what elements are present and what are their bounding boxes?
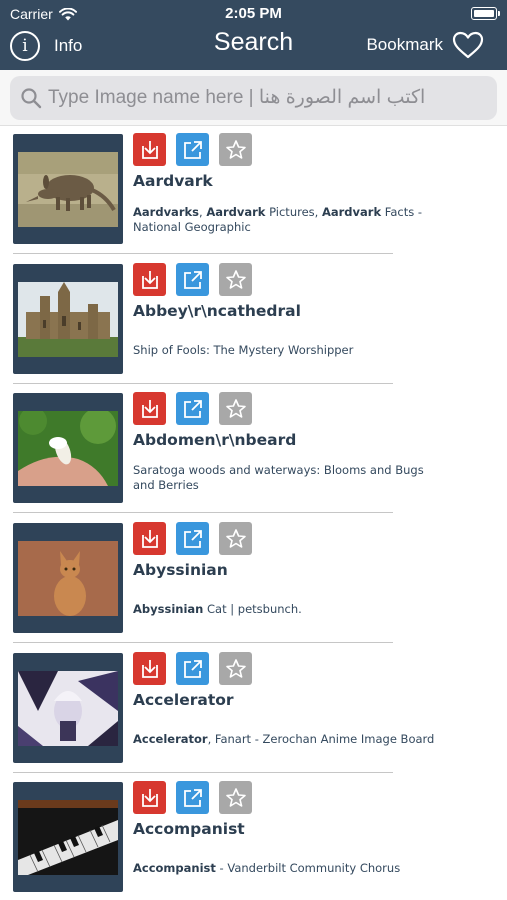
- list-item[interactable]: Abbey\r\ncathedral Ship of Fools: The My…: [0, 256, 507, 386]
- divider: [13, 253, 393, 254]
- star-icon: [225, 658, 246, 678]
- star-icon: [225, 139, 246, 159]
- item-name: Accompanist: [133, 820, 245, 838]
- item-thumbnail[interactable]: [13, 393, 123, 503]
- external-link-icon: [183, 788, 202, 807]
- description-text: Cat | petsbunch.: [203, 602, 302, 616]
- external-link-icon: [183, 140, 202, 159]
- external-link-icon: [183, 270, 202, 289]
- item-thumbnail[interactable]: [13, 782, 123, 892]
- download-button[interactable]: [133, 652, 166, 685]
- description-keyword: Aardvark: [206, 205, 266, 219]
- item-thumbnail[interactable]: [13, 653, 123, 763]
- divider: [13, 772, 393, 773]
- description-text: Saratoga woods and waterways: Blooms and…: [133, 463, 424, 492]
- aardvark-image: [18, 152, 118, 227]
- bookmark-button[interactable]: [219, 392, 252, 425]
- info-label: Info: [54, 36, 83, 55]
- download-icon: [141, 788, 158, 807]
- list-item[interactable]: Aardvark Aardvarks, Aardvark Pictures, A…: [0, 126, 507, 256]
- description-keyword: Accompanist: [133, 861, 216, 875]
- bookmark-button[interactable]: [219, 133, 252, 166]
- item-description: Abyssinian Cat | petsbunch.: [133, 602, 443, 617]
- cat-image: [18, 541, 118, 616]
- star-icon: [225, 528, 246, 548]
- download-button[interactable]: [133, 263, 166, 296]
- bookmark-button[interactable]: [219, 781, 252, 814]
- list-item[interactable]: Accompanist Accompanist - Vanderbilt Com…: [0, 774, 507, 900]
- description-keyword: Accelerator: [133, 732, 208, 746]
- piano-image: [18, 800, 118, 875]
- star-icon: [225, 787, 246, 807]
- item-description: Accompanist - Vanderbilt Community Choru…: [133, 861, 443, 876]
- status-bar: Carrier 2:05 PM: [0, 0, 507, 28]
- share-button[interactable]: [176, 263, 209, 296]
- bookmark-nav-button[interactable]: Bookmark: [366, 30, 485, 60]
- share-button[interactable]: [176, 392, 209, 425]
- status-time: 2:05 PM: [225, 5, 282, 22]
- download-button[interactable]: [133, 781, 166, 814]
- item-description: Aardvarks, Aardvark Pictures, Aardvark F…: [133, 205, 443, 235]
- description-keyword: Abyssinian: [133, 602, 204, 616]
- item-name: Aardvark: [133, 172, 213, 190]
- heart-icon: [452, 31, 484, 59]
- item-description: Ship of Fools: The Mystery Worshipper: [133, 343, 443, 358]
- item-name: Abyssinian: [133, 561, 228, 579]
- download-icon: [141, 270, 158, 289]
- share-button[interactable]: [176, 781, 209, 814]
- bookmark-button[interactable]: [219, 522, 252, 555]
- star-icon: [225, 398, 246, 418]
- description-text: Ship of Fools: The Mystery Worshipper: [133, 343, 354, 357]
- list-item[interactable]: Abdomen\r\nbeard Saratoga woods and wate…: [0, 385, 507, 515]
- search-box[interactable]: [10, 76, 497, 120]
- external-link-icon: [183, 529, 202, 548]
- list-item[interactable]: Accelerator Accelerator, Fanart - Zeroch…: [0, 645, 507, 775]
- share-button[interactable]: [176, 522, 209, 555]
- download-icon: [141, 399, 158, 418]
- download-button[interactable]: [133, 522, 166, 555]
- bookmark-button[interactable]: [219, 263, 252, 296]
- item-thumbnail[interactable]: [13, 134, 123, 244]
- download-button[interactable]: [133, 133, 166, 166]
- divider: [13, 642, 393, 643]
- results-list[interactable]: Aardvark Aardvarks, Aardvark Pictures, A…: [0, 126, 507, 900]
- search-input[interactable]: [48, 78, 497, 118]
- insect-image: [18, 411, 118, 486]
- download-icon: [141, 659, 158, 678]
- battery-icon: [471, 7, 500, 20]
- description-keyword: Aardvarks: [133, 205, 199, 219]
- bookmark-label: Bookmark: [366, 35, 443, 54]
- item-thumbnail[interactable]: [13, 264, 123, 374]
- bookmark-button[interactable]: [219, 652, 252, 685]
- info-button[interactable]: i Info: [10, 31, 82, 61]
- top-bar: Carrier 2:05 PM i Info Search Bookmark: [0, 0, 507, 70]
- description-text: Pictures,: [265, 205, 322, 219]
- anime-image: [18, 671, 118, 746]
- divider: [13, 512, 393, 513]
- description-text: - Vanderbilt Community Chorus: [215, 861, 401, 875]
- search-icon: [21, 88, 42, 109]
- external-link-icon: [183, 399, 202, 418]
- search-bar-container: [0, 70, 507, 126]
- item-name: Abbey\r\ncathedral: [133, 302, 301, 320]
- info-icon: i: [10, 31, 40, 61]
- item-name: Abdomen\r\nbeard: [133, 431, 297, 449]
- item-name: Accelerator: [133, 691, 234, 709]
- description-keyword: Aardvark: [321, 205, 382, 219]
- item-thumbnail[interactable]: [13, 523, 123, 633]
- share-button[interactable]: [176, 133, 209, 166]
- description-text: , Fanart - Zerochan Anime Image Board: [207, 732, 435, 746]
- star-icon: [225, 269, 246, 289]
- download-icon: [141, 529, 158, 548]
- external-link-icon: [183, 659, 202, 678]
- share-button[interactable]: [176, 652, 209, 685]
- cathedral-image: [18, 282, 118, 357]
- download-button[interactable]: [133, 392, 166, 425]
- item-description: Saratoga woods and waterways: Blooms and…: [133, 463, 443, 493]
- download-icon: [141, 140, 158, 159]
- item-description: Accelerator, Fanart - Zerochan Anime Ima…: [133, 732, 443, 747]
- list-item[interactable]: Abyssinian Abyssinian Cat | petsbunch.: [0, 515, 507, 645]
- divider: [13, 383, 393, 384]
- navigation-bar: i Info Search Bookmark: [0, 26, 507, 66]
